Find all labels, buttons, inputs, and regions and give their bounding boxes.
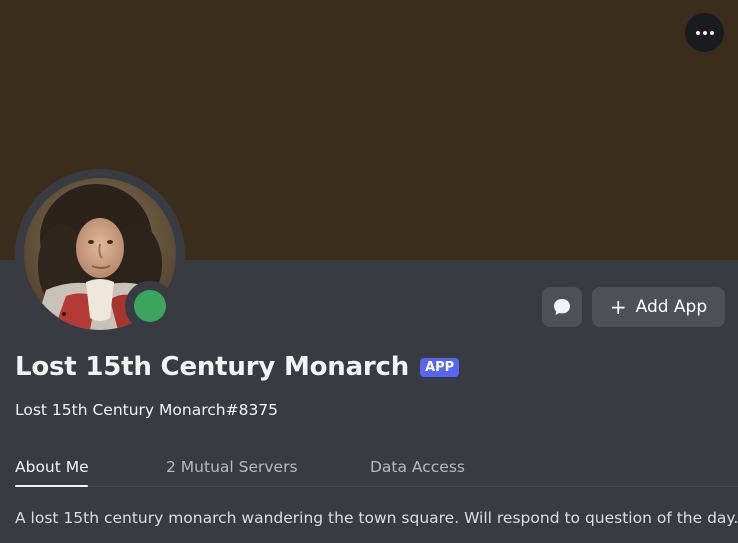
tabs-divider <box>15 486 738 487</box>
more-options-button[interactable] <box>685 13 724 52</box>
chat-bubble-icon <box>554 299 570 315</box>
username: Lost 15th Century Monarch#8375 <box>15 401 279 419</box>
active-tab-indicator <box>15 485 88 487</box>
tab-data-access[interactable]: Data Access <box>370 458 465 476</box>
add-app-label: Add App <box>635 297 708 317</box>
tab-mutual-servers[interactable]: 2 Mutual Servers <box>166 458 298 476</box>
profile-popout: + Add App Lost 15th Century Monarch APP … <box>0 0 738 543</box>
online-status-icon <box>134 290 166 322</box>
message-button[interactable] <box>542 287 582 327</box>
more-horizontal-icon <box>695 30 714 35</box>
tab-about-me[interactable]: About Me <box>15 458 89 476</box>
add-app-button[interactable]: + Add App <box>592 287 725 327</box>
display-name: Lost 15th Century Monarch <box>15 352 410 382</box>
display-name-row: Lost 15th Century Monarch APP <box>15 352 460 382</box>
about-me-text: A lost 15th century monarch wandering th… <box>15 509 738 527</box>
plus-icon: + <box>609 295 627 319</box>
app-badge: APP <box>420 357 460 377</box>
